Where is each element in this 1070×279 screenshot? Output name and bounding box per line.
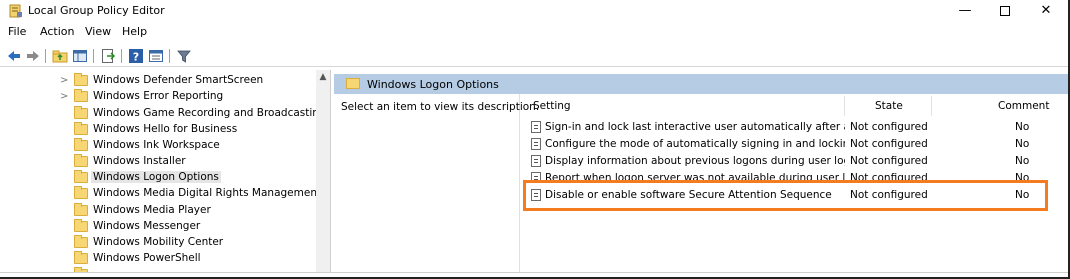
tree-item[interactable]: Windows Mobility Center (0, 235, 316, 251)
column-header-comment[interactable]: Comment (998, 100, 1049, 112)
tree-item-label: Windows Ink Workspace (93, 139, 220, 151)
setting-comment: No (1015, 155, 1030, 167)
forward-arrow-icon[interactable] (25, 48, 41, 64)
chevron-right-icon[interactable]: > (60, 91, 68, 102)
folder-icon (74, 106, 88, 119)
setting-row[interactable]: Configure the mode of automatically sign… (530, 136, 1060, 153)
setting-comment: No (1015, 138, 1030, 150)
policy-setting-icon (531, 138, 541, 150)
setting-name: Sign-in and lock last interactive user a… (545, 121, 845, 133)
setting-state: Not configured (850, 172, 928, 180)
column-divider[interactable] (931, 96, 932, 116)
details-header-title: Windows Logon Options (367, 78, 499, 91)
tree-item-label: Windows PowerShell (93, 252, 201, 264)
setting-name: Configure the mode of automatically sign… (545, 138, 845, 150)
tree-item[interactable]: Windows Ink Workspace (0, 138, 316, 154)
folder-icon (74, 138, 88, 151)
column-header-state[interactable]: State (875, 100, 903, 112)
folder-icon (74, 73, 88, 86)
column-header-setting[interactable]: Setting (533, 100, 571, 112)
tree-item-label: Windows Error Reporting (93, 90, 224, 102)
tree-item[interactable]: Windows Installer (0, 154, 316, 170)
folder-icon (74, 170, 88, 183)
description-panel: Select an item to view its description. (334, 94, 539, 272)
tree-item-label: Windows Logon Options (91, 171, 221, 183)
tree-item[interactable]: Windows Media Player (0, 203, 316, 219)
folder-icon (74, 219, 88, 232)
menu-help[interactable]: Help (122, 25, 147, 38)
highlight-annotation-box (523, 180, 1048, 211)
setting-name: Report when logon server was not availab… (545, 172, 845, 180)
setting-row[interactable]: Sign-in and lock last interactive user a… (530, 119, 1060, 136)
tree-item-label: Windows Installer (93, 155, 186, 167)
tree-item[interactable]: Windows Messenger (0, 219, 316, 235)
tree-item[interactable]: > Windows Error Reporting (0, 89, 316, 105)
tree-item[interactable]: Windows Game Recording and Broadcasting (0, 106, 326, 122)
folder-icon (74, 251, 88, 264)
tree-item-label: Windows Defender SmartScreen (93, 74, 264, 86)
tree-item[interactable]: Windows PowerShell (0, 251, 316, 267)
filter-icon[interactable] (176, 48, 192, 64)
toolbar: ? (0, 45, 1068, 67)
tree-item-label: Windows Hello for Business (93, 123, 238, 135)
maximize-button[interactable] (984, 0, 1026, 22)
folder-icon (346, 78, 360, 89)
help-icon[interactable]: ? (128, 48, 144, 64)
menu-action[interactable]: Action (40, 25, 74, 38)
window-bottom-divider (0, 272, 1068, 273)
tree-item-label: Windows Messenger (93, 220, 201, 232)
gpedit-app-icon (9, 4, 22, 18)
setting-state: Not configured (850, 138, 928, 150)
policy-setting-icon (531, 172, 541, 180)
up-folder-icon[interactable] (52, 48, 68, 64)
menu-view[interactable]: View (85, 25, 111, 38)
tree-item-label: Windows Mobility Center (93, 236, 224, 248)
folder-icon (74, 122, 88, 135)
setting-comment: No (1015, 121, 1030, 133)
setting-state: Not configured (850, 121, 928, 133)
tree-item[interactable]: Windows Hello for Business (0, 122, 316, 138)
folder-icon (74, 89, 88, 102)
setting-name: Display information about previous logon… (545, 155, 845, 167)
window-title: Local Group Policy Editor (28, 4, 165, 17)
policy-setting-icon (531, 121, 541, 133)
tree-item-label: Windows Media Digital Rights Management (93, 187, 322, 199)
menu-file[interactable]: File (8, 25, 26, 38)
tree-scrollbar[interactable] (316, 70, 330, 272)
setting-row[interactable]: Display information about previous logon… (530, 153, 1060, 170)
svg-text:?: ? (133, 51, 139, 64)
tree-item-label: Windows Game Recording and Broadcasting (93, 107, 326, 119)
chevron-right-icon[interactable]: > (60, 75, 68, 86)
column-divider[interactable] (844, 96, 845, 116)
folder-icon (74, 203, 88, 216)
tree-item-selected[interactable]: Windows Logon Options (0, 170, 316, 186)
details-header: Windows Logon Options (334, 74, 1068, 94)
setting-row[interactable]: Report when logon server was not availab… (530, 170, 1060, 180)
policy-setting-icon (531, 155, 541, 167)
folder-icon (74, 186, 88, 199)
description-text: Select an item to view its description. (341, 101, 540, 113)
folder-icon (74, 154, 88, 167)
tree-item-label: Windows Media Player (93, 204, 211, 216)
gpedit-window: Local Group Policy Editor — ✕ File Actio… (0, 0, 1070, 279)
setting-comment: No (1015, 172, 1030, 180)
export-list-icon[interactable] (100, 48, 116, 64)
details-pane: Windows Logon Options Select an item to … (334, 70, 1068, 272)
scroll-up-icon[interactable]: ▲ (316, 72, 330, 84)
setting-state: Not configured (850, 155, 928, 167)
back-arrow-icon[interactable] (6, 48, 22, 64)
maximize-icon (1000, 5, 1010, 16)
title-bar: Local Group Policy Editor — ✕ (0, 0, 1068, 22)
tree-item[interactable]: > Windows Defender SmartScreen (0, 73, 316, 89)
folder-icon (74, 235, 88, 248)
properties-icon[interactable] (148, 48, 164, 64)
minimize-button[interactable]: — (944, 0, 986, 22)
tree-item[interactable]: Windows Media Digital Rights Management (0, 186, 321, 202)
tree-pane: > Windows Defender SmartScreen > Windows… (0, 70, 331, 272)
show-hide-tree-icon[interactable] (72, 48, 88, 64)
close-button[interactable]: ✕ (1025, 0, 1067, 22)
